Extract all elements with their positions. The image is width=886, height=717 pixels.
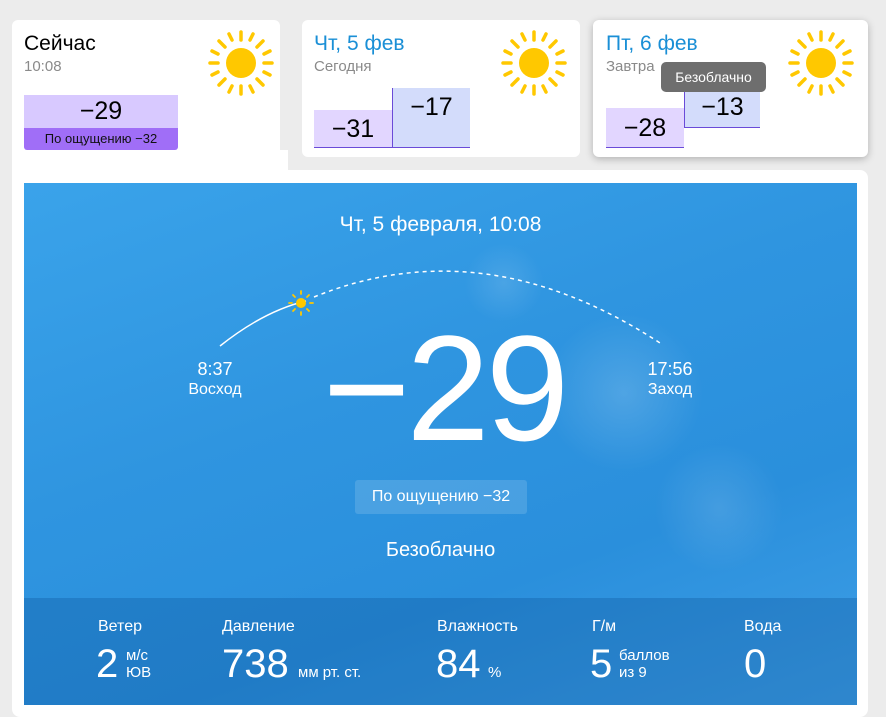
wind-direction: ЮВ — [126, 664, 152, 681]
today-high-temp: −17 — [392, 88, 470, 148]
now-title: Сейчас — [24, 32, 96, 55]
today-subtitle: Сегодня — [314, 58, 372, 75]
today-title: Чт, 5 фев — [314, 32, 405, 55]
pressure-label: Давление — [222, 618, 295, 635]
sun-icon — [501, 30, 567, 96]
wind-unit: м/с — [126, 647, 148, 664]
current-weather-panel: Чт, 5 февраля, 10:08 8:37 Восход 17:56 З… — [24, 183, 857, 705]
sunset-label: Заход — [647, 381, 693, 398]
water-value: 0 — [744, 642, 767, 686]
now-card[interactable]: Сейчас 10:08 −29 По ощущению −32 — [12, 20, 280, 157]
now-feels-like: По ощущению −32 — [24, 128, 178, 150]
condition-tooltip: Безоблачно — [661, 62, 766, 92]
humidity-value: 84 — [436, 642, 481, 686]
now-temperature: −29 — [24, 95, 178, 128]
tomorrow-subtitle: Завтра — [606, 58, 655, 75]
pressure-unit: мм рт. ст. — [298, 664, 362, 681]
wind-label: Ветер — [98, 618, 142, 635]
sunset-time: 17:56 — [647, 359, 693, 379]
wind-value: 2 — [96, 642, 119, 686]
humidity-label: Влажность — [437, 618, 519, 635]
tomorrow-high-temp: −13 — [684, 88, 760, 128]
tomorrow-title: Пт, 6 фев — [606, 32, 698, 55]
now-time: 10:08 — [24, 58, 62, 75]
humidity-unit: % — [488, 664, 502, 681]
sun-position-icon — [288, 290, 314, 316]
tomorrow-low-temp: −28 — [606, 108, 684, 148]
pressure-value: 738 — [222, 642, 289, 686]
sun-icon — [208, 30, 274, 96]
sun-icon — [788, 30, 854, 96]
sunrise-time: 8:37 — [197, 359, 233, 379]
geomagnetic-unit: баллов — [619, 647, 670, 664]
weather-stats: Ветер 2 м/с ЮВ Давление 738 мм рт. ст. В… — [24, 598, 857, 705]
geomagnetic-label: Г/м — [592, 618, 617, 635]
current-temperature: −29 — [322, 304, 569, 472]
today-low-temp: −31 — [314, 110, 392, 148]
water-label: Вода — [744, 618, 782, 635]
weather-condition: Безоблачно — [385, 539, 496, 561]
feels-like: По ощущению −32 — [355, 480, 527, 514]
sunrise-label: Восход — [188, 381, 242, 398]
today-card[interactable]: Чт, 5 фев Сегодня −31 −17 — [302, 20, 580, 157]
geomagnetic-value: 5 — [590, 642, 613, 686]
geomagnetic-scale: из 9 — [619, 664, 647, 681]
